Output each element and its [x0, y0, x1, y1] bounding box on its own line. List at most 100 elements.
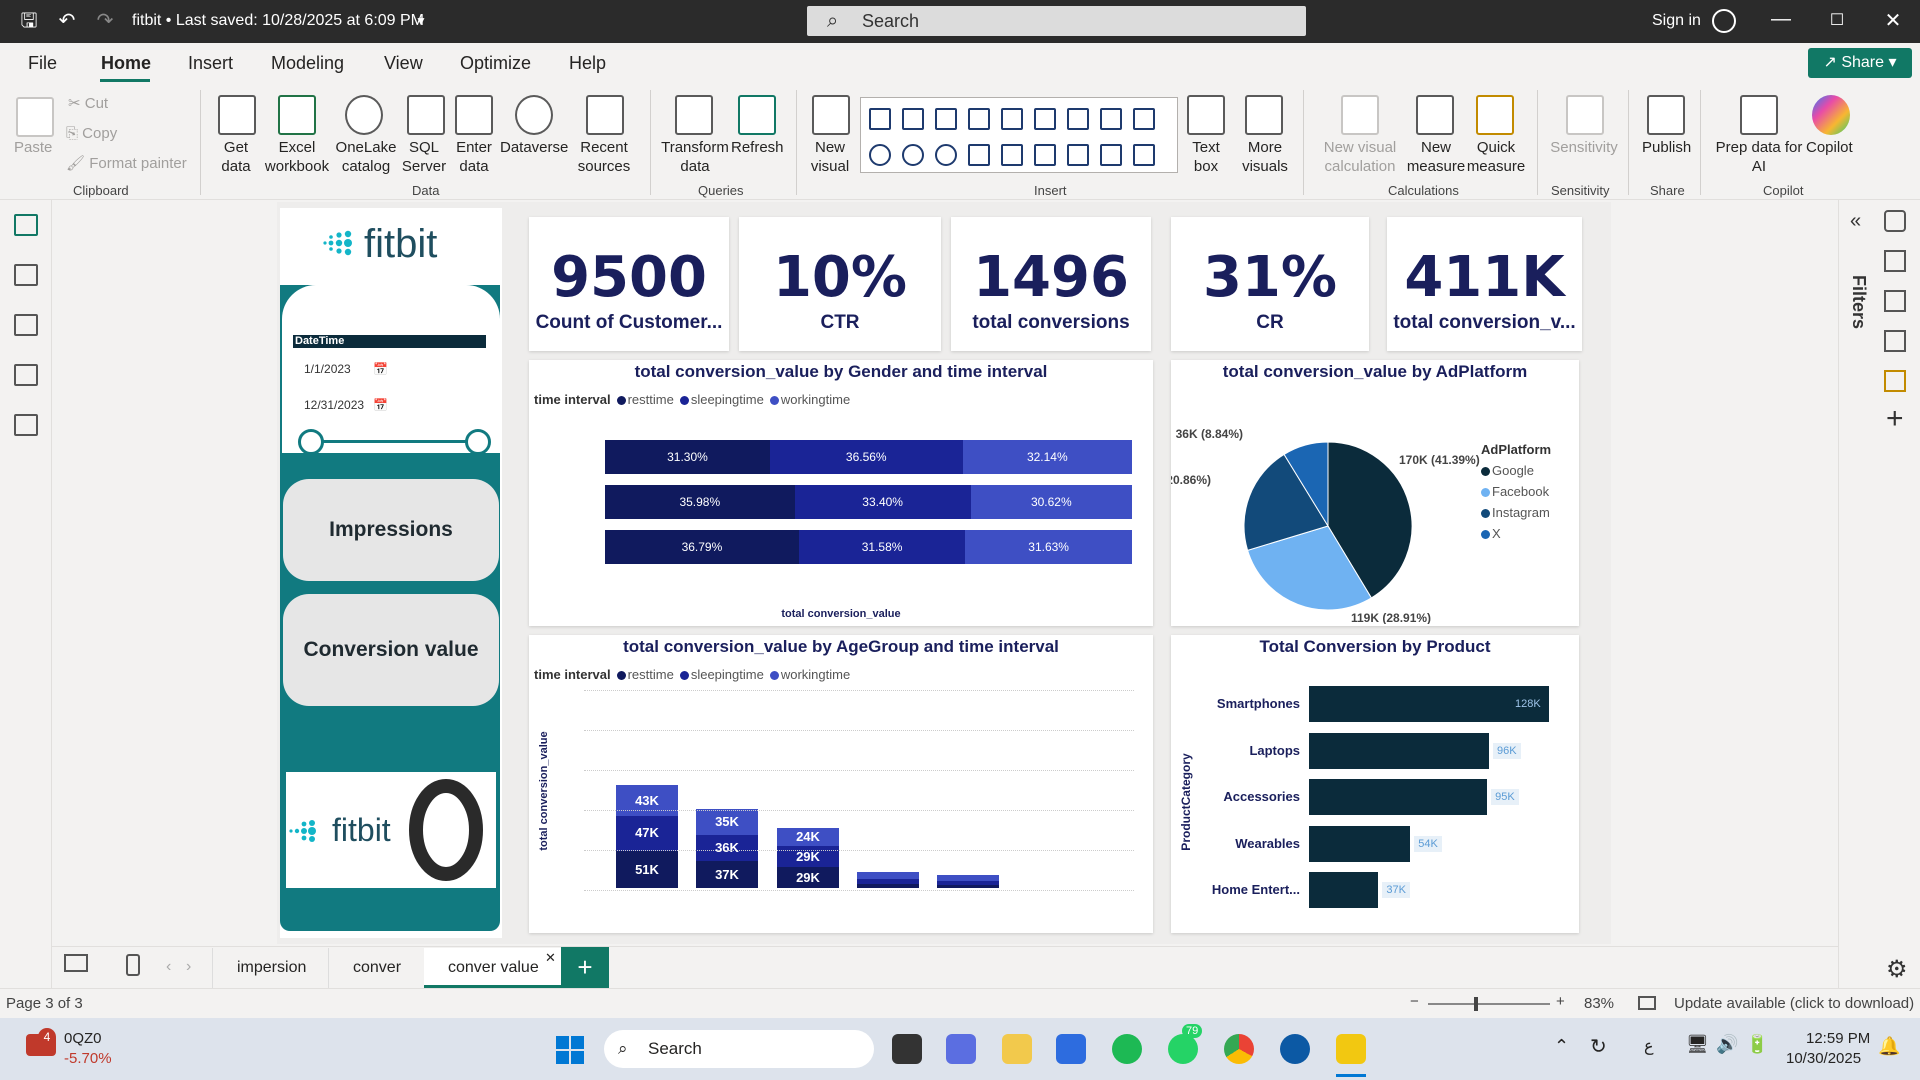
- column-segment[interactable]: 24K: [777, 828, 839, 846]
- format-painter-button[interactable]: 🖌 Format painter: [66, 154, 187, 173]
- tmdl-view-icon[interactable]: [14, 414, 38, 436]
- chrome-icon[interactable]: [1224, 1034, 1254, 1064]
- language-indicator[interactable]: ع: [1644, 1036, 1654, 1056]
- calendar-icon[interactable]: 📅: [373, 394, 388, 416]
- impressions-nav-button[interactable]: Impressions: [283, 479, 499, 581]
- visual-type-icon[interactable]: [968, 144, 990, 166]
- column-segment[interactable]: 35K: [696, 809, 758, 835]
- model-view-icon[interactable]: [14, 314, 38, 336]
- range-start-handle[interactable]: [298, 429, 324, 455]
- network-icon[interactable]: 🖥: [1686, 1034, 1709, 1055]
- column-segment[interactable]: [937, 880, 999, 886]
- selection-icon[interactable]: [1884, 370, 1906, 392]
- menu-view[interactable]: View: [384, 53, 423, 74]
- enter-data-button[interactable]: Enter data: [452, 138, 496, 176]
- column-segment[interactable]: 29K: [777, 845, 839, 867]
- visual-type-icon[interactable]: [1100, 108, 1122, 130]
- visual-type-icon[interactable]: [1034, 108, 1056, 130]
- visual-type-icon[interactable]: [869, 108, 891, 130]
- desktop-layout-icon[interactable]: [64, 954, 88, 972]
- text-box-button[interactable]: Text box: [1186, 138, 1226, 176]
- column-segment[interactable]: 47K: [616, 816, 678, 851]
- notification-icon[interactable]: 🔔: [1878, 1036, 1900, 1057]
- visual-gallery[interactable]: [860, 97, 1178, 173]
- bar-segment[interactable]: 33.40%: [794, 485, 971, 519]
- report-view-icon[interactable]: [14, 214, 38, 236]
- search-input[interactable]: ⌕ Search: [807, 6, 1306, 36]
- visual-type-icon[interactable]: [869, 144, 891, 166]
- page-tab-conver[interactable]: conver: [328, 948, 425, 988]
- avatar-icon[interactable]: [1712, 9, 1736, 33]
- table-view-icon[interactable]: [14, 264, 38, 286]
- zoom-out-icon[interactable]: −: [1410, 993, 1419, 1010]
- page-tab-conver-value[interactable]: conver value: [424, 948, 563, 988]
- product-bar[interactable]: [1309, 826, 1411, 862]
- new-visual-button[interactable]: New visual: [810, 138, 850, 176]
- product-bar[interactable]: [1309, 872, 1379, 908]
- adplatform-chart-card[interactable]: total conversion_value by AdPlatform 170…: [1171, 360, 1579, 626]
- onelake-catalog-button[interactable]: OneLake catalog: [334, 138, 398, 176]
- visual-type-icon[interactable]: [1067, 144, 1089, 166]
- range-end-handle[interactable]: [465, 429, 491, 455]
- file-explorer-icon[interactable]: [1002, 1034, 1032, 1064]
- store-icon[interactable]: [1056, 1034, 1086, 1064]
- visualizations-icon[interactable]: [1884, 250, 1906, 272]
- visual-type-icon[interactable]: [1001, 144, 1023, 166]
- column-segment[interactable]: [937, 885, 999, 888]
- copilot-app-icon[interactable]: [946, 1034, 976, 1064]
- taskbar-search[interactable]: ⌕ Search: [604, 1030, 874, 1068]
- battery-icon[interactable]: 🔋: [1746, 1034, 1768, 1055]
- chevron-down-icon[interactable]: ▼: [410, 10, 432, 32]
- quick-measure-button[interactable]: Quick measure: [1466, 138, 1526, 176]
- chevron-up-icon[interactable]: ⌃: [1554, 1036, 1569, 1057]
- sign-in-link[interactable]: Sign in: [1652, 12, 1701, 30]
- menu-file[interactable]: File: [28, 53, 57, 74]
- sensitivity-button[interactable]: Sensitivity: [1546, 138, 1622, 157]
- visual-type-icon[interactable]: [968, 108, 990, 130]
- visual-type-icon[interactable]: [1001, 108, 1023, 130]
- column-segment[interactable]: 43K: [616, 785, 678, 817]
- column-segment[interactable]: 36K: [696, 834, 758, 861]
- spotify-icon[interactable]: [1112, 1034, 1142, 1064]
- filters-pane-toggle[interactable]: Filters: [1848, 275, 1869, 329]
- fit-to-page-icon[interactable]: [1638, 996, 1656, 1010]
- edge-icon[interactable]: [1280, 1034, 1310, 1064]
- menu-insert[interactable]: Insert: [188, 53, 233, 74]
- column-segment[interactable]: 37K: [696, 860, 758, 888]
- power-bi-icon[interactable]: [1336, 1034, 1366, 1064]
- more-visuals-button[interactable]: More visuals: [1236, 138, 1294, 176]
- app-icon[interactable]: [892, 1034, 922, 1064]
- page-tab-impersion[interactable]: impersion: [212, 948, 330, 988]
- prev-page-icon[interactable]: ‹: [166, 958, 171, 976]
- settings-icon[interactable]: ⚙: [1886, 955, 1908, 984]
- share-button[interactable]: ↗ Share ▾: [1808, 48, 1912, 78]
- data-pane-icon[interactable]: [1884, 210, 1906, 232]
- visual-type-icon[interactable]: [1100, 144, 1122, 166]
- visual-type-icon[interactable]: [1067, 108, 1089, 130]
- paste-button[interactable]: Paste: [14, 138, 52, 157]
- cut-button[interactable]: ✂ Cut: [68, 94, 108, 113]
- bar-segment[interactable]: 36.56%: [769, 440, 963, 474]
- menu-optimize[interactable]: Optimize: [460, 53, 531, 74]
- mobile-layout-icon[interactable]: [126, 954, 140, 976]
- visual-type-icon[interactable]: [1133, 144, 1155, 166]
- window-title[interactable]: fitbit • Last saved: 10/28/2025 at 6:09 …: [132, 12, 424, 30]
- format-icon[interactable]: [1884, 290, 1906, 312]
- visual-type-icon[interactable]: [1133, 108, 1155, 130]
- clock-time[interactable]: 12:59 PM: [1806, 1030, 1870, 1047]
- bar-segment[interactable]: 30.62%: [970, 485, 1132, 519]
- close-icon[interactable]: ✕: [1878, 8, 1908, 33]
- refresh-button[interactable]: Refresh: [731, 138, 784, 157]
- publish-button[interactable]: Publish: [1642, 138, 1691, 157]
- dataverse-button[interactable]: Dataverse: [500, 138, 568, 157]
- start-date-input[interactable]: 1/1/2023 📅: [296, 358, 392, 380]
- minimize-icon[interactable]: —: [1766, 8, 1796, 31]
- product-bar[interactable]: [1309, 779, 1488, 815]
- conversion-value-nav-button[interactable]: Conversion value: [283, 594, 499, 706]
- menu-home[interactable]: Home: [101, 53, 151, 74]
- bar-segment[interactable]: 36.79%: [605, 530, 799, 564]
- menu-modeling[interactable]: Modeling: [271, 53, 344, 74]
- zoom-slider[interactable]: [1428, 1003, 1550, 1005]
- close-tab-icon[interactable]: ✕: [545, 950, 556, 966]
- calendar-icon[interactable]: 📅: [373, 358, 388, 380]
